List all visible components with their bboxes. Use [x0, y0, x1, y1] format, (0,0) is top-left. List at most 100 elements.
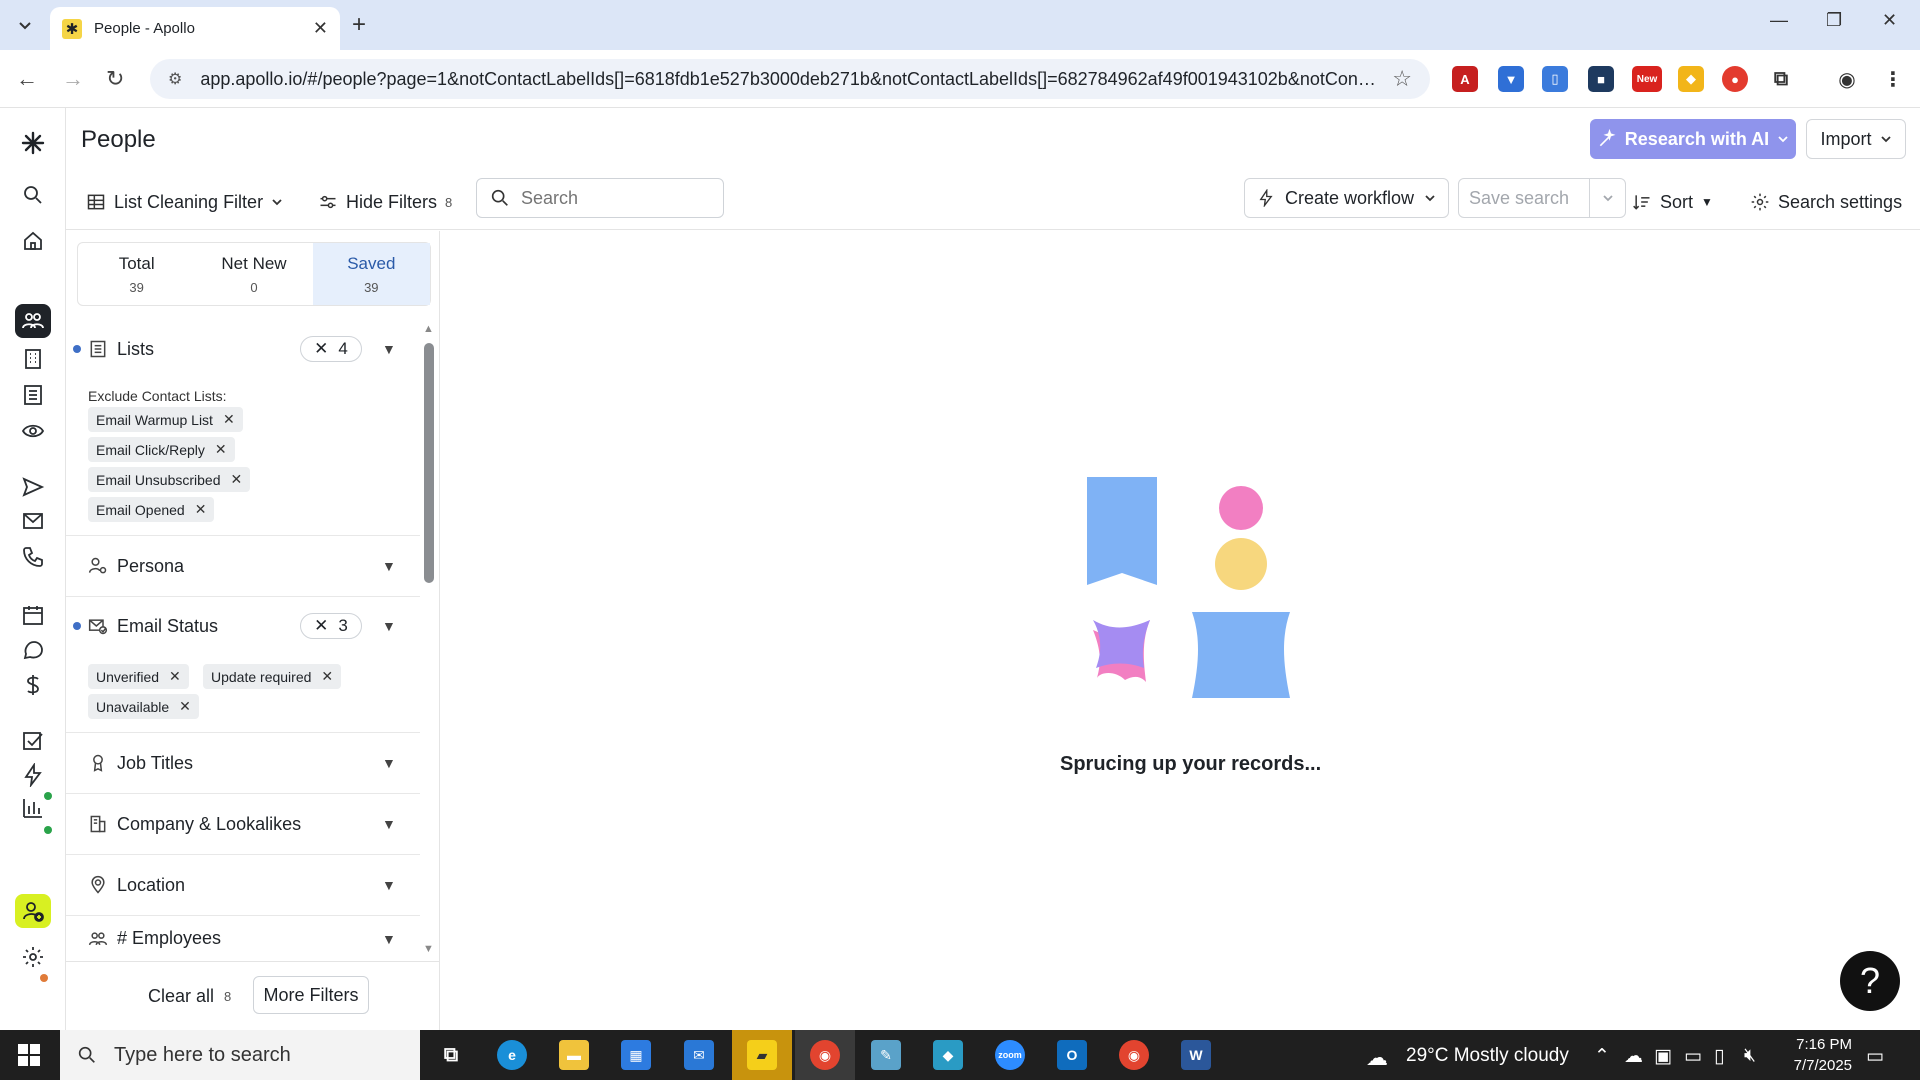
notifications-icon[interactable]: ▭ [1866, 1045, 1884, 1068]
network-icon[interactable]: ▯ [1714, 1045, 1724, 1068]
search-input[interactable] [521, 187, 711, 209]
create-workflow-button[interactable]: Create workflow [1244, 178, 1450, 218]
remove-tag-icon[interactable]: ✕ [223, 411, 235, 428]
task-view-icon[interactable]: ⧉ [436, 1040, 466, 1070]
sequences-send-icon[interactable] [15, 470, 51, 504]
tracking-eye-icon[interactable] [15, 414, 51, 448]
add-user-icon[interactable] [15, 894, 51, 928]
caret-down-icon[interactable]: ▼ [382, 931, 396, 947]
tab-total[interactable]: Total 39 [78, 243, 195, 305]
caret-down-icon[interactable]: ▼ [382, 558, 396, 574]
word-icon[interactable]: W [1181, 1040, 1211, 1070]
extensions-puzzle-icon[interactable]: ⧉ [1768, 66, 1794, 92]
browser-menu-icon[interactable]: ⋮ [1880, 66, 1906, 92]
store-icon[interactable]: ▦ [621, 1040, 651, 1070]
search-settings-button[interactable]: Search settings [1750, 186, 1902, 218]
people-search-box[interactable] [476, 178, 724, 218]
tab-close-icon[interactable]: ✕ [313, 18, 328, 39]
import-button[interactable]: Import [1806, 119, 1906, 159]
zoom-icon[interactable]: zoom [995, 1040, 1025, 1070]
back-icon[interactable]: ← [16, 66, 38, 92]
tab-search-chevron-icon[interactable] [12, 12, 38, 38]
workflows-lightning-icon[interactable] [15, 758, 51, 792]
tray-chevron-up-icon[interactable]: ⌃ [1594, 1045, 1610, 1068]
search-icon[interactable] [15, 178, 51, 212]
bookmark-star-icon[interactable]: ☆ [1392, 66, 1412, 92]
caret-down-icon[interactable]: ▼ [382, 816, 396, 832]
more-filters-button[interactable]: More Filters [253, 976, 369, 1014]
folder-extension-icon[interactable]: ■ [1588, 66, 1614, 92]
tray-app-icon[interactable]: ▣ [1654, 1045, 1672, 1068]
notepad-icon[interactable]: ✎ [871, 1040, 901, 1070]
sticky-notes-icon[interactable]: ▰ [747, 1040, 777, 1070]
filter-panel-scrollbar[interactable] [424, 343, 434, 583]
mail-icon[interactable]: ✉ [684, 1040, 714, 1070]
browser-tab-active[interactable]: ✱ People - Apollo ✕ [50, 7, 340, 50]
minimize-icon[interactable]: — [1770, 10, 1788, 31]
taskbar-search-box[interactable]: Type here to search [60, 1030, 420, 1080]
tab-net-new[interactable]: Net New 0 [195, 243, 312, 305]
clear-all-button[interactable]: Clear all 8 [148, 986, 231, 1007]
address-bar[interactable]: ⚙ app.apollo.io/#/people?page=1&notConta… [150, 59, 1430, 99]
help-button[interactable]: ? [1840, 951, 1900, 1011]
chrome-profile-icon[interactable]: ◉ [1119, 1040, 1149, 1070]
remove-tag-icon[interactable]: ✕ [195, 501, 207, 518]
tab-saved[interactable]: Saved 39 [312, 243, 430, 305]
file-explorer-icon[interactable]: ▬ [559, 1040, 589, 1070]
caret-down-icon[interactable]: ▼ [382, 618, 396, 634]
research-with-ai-button[interactable]: Research with AI [1590, 119, 1796, 159]
yellow-extension-icon[interactable]: ◆ [1678, 66, 1704, 92]
battery-icon[interactable]: ▭ [1684, 1045, 1702, 1068]
caret-down-icon[interactable]: ▼ [382, 755, 396, 771]
system-clock[interactable]: 7:16 PM 7/7/2025 [1776, 1034, 1852, 1076]
caret-down-icon[interactable]: ▼ [382, 877, 396, 893]
phone-icon[interactable] [15, 540, 51, 574]
companies-icon[interactable] [15, 342, 51, 376]
clear-email-status-chip[interactable]: ✕ 3 [300, 613, 362, 639]
weather-text[interactable]: 29°C Mostly cloudy [1406, 1045, 1569, 1067]
lists-icon[interactable] [15, 378, 51, 412]
app-diamond-icon[interactable]: ◆ [933, 1040, 963, 1070]
apollo-logo-icon[interactable] [15, 126, 51, 160]
forward-icon[interactable]: → [62, 66, 84, 92]
home-icon[interactable] [15, 224, 51, 258]
pokeball-extension-icon[interactable]: ● [1722, 66, 1748, 92]
save-search-button[interactable]: Save search [1458, 178, 1627, 218]
reload-icon[interactable]: ↻ [106, 66, 124, 92]
chrome-icon[interactable]: ◉ [810, 1040, 840, 1070]
weather-cloud-icon[interactable]: ☁ [1366, 1045, 1388, 1071]
filter-header-job-titles[interactable]: Job Titles ▼ [66, 738, 420, 788]
windows-start-icon[interactable] [18, 1044, 40, 1066]
remove-tag-icon[interactable]: ✕ [179, 698, 191, 715]
new-tab-icon[interactable]: + [352, 11, 366, 39]
volume-muted-icon[interactable]: 🔇︎ [1744, 1045, 1756, 1067]
remove-tag-icon[interactable]: ✕ [231, 471, 243, 488]
filter-header-location[interactable]: Location ▼ [66, 860, 420, 910]
save-search-dropdown[interactable] [1589, 178, 1625, 218]
clear-lists-chip[interactable]: ✕ 4 [300, 336, 362, 362]
outlook-icon[interactable]: O [1057, 1040, 1087, 1070]
restore-icon[interactable]: ❐ [1826, 10, 1842, 31]
onedrive-icon[interactable]: ☁ [1624, 1045, 1643, 1068]
filter-header-lists[interactable]: Lists ✕ 4 ▼ [66, 324, 420, 374]
sort-dropdown[interactable]: Sort ▼ [1632, 186, 1713, 218]
filter-header-persona[interactable]: Persona ▼ [66, 541, 420, 591]
new-extension-icon[interactable]: New [1632, 66, 1662, 92]
conversations-icon[interactable] [15, 633, 51, 667]
scroll-up-arrow-icon[interactable]: ▲ [423, 323, 434, 335]
edge-browser-icon[interactable]: e [497, 1040, 527, 1070]
analytics-chart-icon[interactable] [15, 791, 51, 825]
tasks-check-icon[interactable] [15, 724, 51, 758]
settings-gear-icon[interactable] [15, 940, 51, 974]
email-icon[interactable] [15, 504, 51, 538]
doc-extension-icon[interactable]: ▯ [1542, 66, 1568, 92]
shield-extension-icon[interactable]: ▼ [1498, 66, 1524, 92]
calendar-icon[interactable] [15, 598, 51, 632]
caret-down-icon[interactable]: ▼ [382, 341, 396, 357]
pdf-extension-icon[interactable]: A [1452, 66, 1478, 92]
filter-header-employees[interactable]: # Employees ▼ [66, 916, 420, 961]
close-window-icon[interactable]: ✕ [1882, 10, 1897, 31]
remove-tag-icon[interactable]: ✕ [169, 668, 181, 685]
list-cleaning-filter-dropdown[interactable]: List Cleaning Filter [86, 186, 283, 218]
filter-header-company[interactable]: Company & Lookalikes ▼ [66, 799, 420, 849]
